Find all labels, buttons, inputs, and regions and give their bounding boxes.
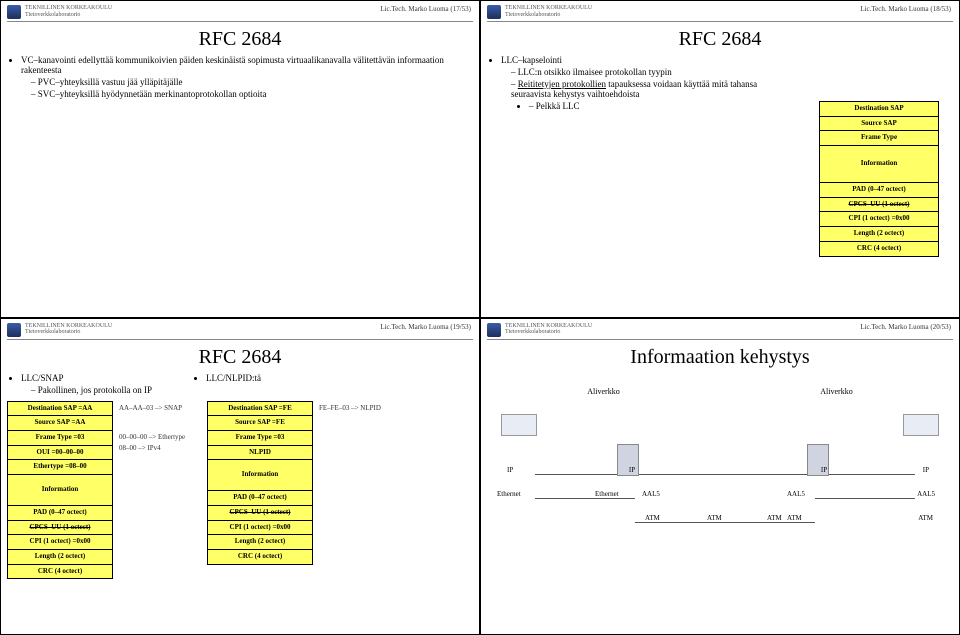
sub-pakollinen: Pakollinen, jos protokolla on IP	[31, 385, 152, 395]
underline-text: Reititetyjen protokollien	[518, 79, 606, 89]
label-aal5-3: AAL5	[917, 490, 935, 498]
cell-a6: PAD (0–47 octect)	[7, 506, 113, 521]
university-text: TEKNILLINEN KORKEAKOULU Tietoverkkolabor…	[505, 5, 592, 18]
label-ip: IP	[507, 466, 513, 474]
subbullet-1: PVC–yhteyksillä vastuu jää ylläpitäjälle	[31, 77, 473, 87]
cell-a10: CRC (4 octect)	[7, 565, 113, 580]
uni-line1: TEKNILLINEN KORKEAKOULU	[505, 323, 592, 330]
slide-title: RFC 2684	[487, 28, 953, 51]
cell-dest-sap: Destination SAP	[819, 101, 939, 117]
cell-b7: CPI (1 octect) =0x00	[207, 521, 313, 536]
cell-pad: PAD (0–47 octect)	[819, 183, 939, 198]
uni-line2: Tietoverkkolaboratorio	[505, 12, 592, 19]
subbullet-2: Reititetyjen protokollien tapauksessa vo…	[511, 79, 771, 111]
uni-line1: TEKNILLINEN KORKEAKOULU	[25, 5, 112, 12]
slide-17: TEKNILLINEN KORKEAKOULU Tietoverkkolabor…	[0, 0, 480, 318]
cell-b3: NLPID	[207, 446, 313, 461]
bullet-llcsnap: LLC/SNAP	[21, 373, 152, 383]
subbullet-2: SVC–yhteyksillä hyödynnetään merkinantop…	[31, 89, 473, 99]
cell-b1: Source SAP =FE	[207, 416, 313, 431]
arrow-snap: AA–AA–03 –> SNAP	[119, 403, 201, 414]
university-logo	[7, 5, 21, 19]
arrow-ethertype: 00–00–00 –> Ethertype	[119, 432, 201, 443]
label-ethernet-2: Ethernet	[595, 490, 619, 498]
cell-b0: Destination SAP =FE	[207, 401, 313, 417]
cell-a1: Source SAP =AA	[7, 416, 113, 431]
university-text: TEKNILLINEN KORKEAKOULU Tietoverkkolabor…	[25, 5, 112, 18]
label-atm-5: ATM	[918, 514, 933, 522]
slide-title: Informaation kehystys	[487, 346, 953, 369]
cell-a9: Length (2 octect)	[7, 550, 113, 565]
bullet-1: VC–kanavointi edellyttää kommunikoivien …	[21, 55, 473, 75]
subsub-1: Pelkkä LLC	[529, 101, 771, 111]
cell-a4: Ethertype =08–00	[7, 460, 113, 475]
university-logo	[7, 323, 21, 337]
device-server	[903, 414, 939, 438]
cell-a3: OUI =00–00–00	[7, 446, 113, 461]
slide-title: RFC 2684	[7, 346, 473, 369]
label-atm-1: ATM	[645, 514, 660, 522]
arrow-labels-left: AA–AA–03 –> SNAP 00–00–00 –> Ethertype 0…	[119, 403, 201, 580]
cell-a0: Destination SAP =AA	[7, 401, 113, 417]
slide-footer: Lic.Tech. Marko Luoma (17/53)	[380, 5, 471, 13]
label-atm-4: ATM	[787, 514, 802, 522]
cell-frame-type: Frame Type	[819, 131, 939, 146]
cell-a7: CPCS–UU (1 octect)	[7, 521, 113, 536]
slide-footer: Lic.Tech. Marko Luoma (18/53)	[860, 5, 951, 13]
subnet-2: Aliverkko	[820, 387, 852, 396]
slide-20: TEKNILLINEN KORKEAKOULU Tietoverkkolabor…	[480, 318, 960, 635]
slide-title: RFC 2684	[7, 28, 473, 51]
university-text: TEKNILLINEN KORKEAKOULU Tietoverkkolabor…	[505, 323, 592, 336]
cell-b4: Information	[207, 460, 313, 491]
subnet-1: Aliverkko	[587, 387, 619, 396]
arrow-labels-right: FE–FE–03 –> NLPID	[319, 403, 381, 580]
slide-footer: Lic.Tech. Marko Luoma (20/53)	[860, 323, 951, 331]
device-pc	[501, 414, 537, 438]
cell-a2: Frame Type =03	[7, 431, 113, 446]
label-ip-2: IP	[617, 466, 647, 474]
slide-footer: Lic.Tech. Marko Luoma (19/53)	[380, 323, 471, 331]
frame-stack-nlpid: Destination SAP =FE Source SAP =FE Frame…	[207, 401, 313, 580]
cell-crc: CRC (4 octect)	[819, 242, 939, 257]
uni-line1: TEKNILLINEN KORKEAKOULU	[25, 323, 112, 330]
frame-stack-snap: Destination SAP =AA Source SAP =AA Frame…	[7, 401, 113, 580]
label-atm-2: ATM	[707, 514, 722, 522]
university-logo	[487, 323, 501, 337]
bullet-llcnlpid: LLC/NLPID:tä	[206, 373, 261, 383]
cell-b9: CRC (4 octect)	[207, 550, 313, 565]
arrow-ipv4: 08–00 –> IPv4	[119, 443, 201, 454]
cell-b6: CPCS–UU (1 octect)	[207, 506, 313, 521]
subbullet-1: LLC:n otsikko ilmaisee protokollan tyypi…	[511, 67, 771, 77]
cell-a5: Information	[7, 475, 113, 506]
arrow-nlpid: FE–FE–03 –> NLPID	[319, 403, 381, 414]
cell-a8: CPI (1 octect) =0x00	[7, 535, 113, 550]
label-ip-4: IP	[923, 466, 929, 474]
cell-length: Length (2 octect)	[819, 227, 939, 242]
cell-b8: Length (2 octect)	[207, 535, 313, 550]
label-aal5-1: AAL5	[642, 490, 660, 498]
university-text: TEKNILLINEN KORKEAKOULU Tietoverkkolabor…	[25, 323, 112, 336]
cell-cpi: CPI (1 octect) =0x00	[819, 212, 939, 227]
uni-line2: Tietoverkkolaboratorio	[25, 12, 112, 19]
frame-stack-llc: Destination SAP Source SAP Frame Type In…	[819, 101, 939, 257]
cell-src-sap: Source SAP	[819, 117, 939, 132]
network-diagram: IP Ethernet IP Ethernet AAL5 ATM ATM ATM…	[487, 404, 953, 554]
label-aal5-2: AAL5	[787, 490, 805, 498]
cell-information: Information	[819, 146, 939, 183]
university-logo	[487, 5, 501, 19]
uni-line2: Tietoverkkolaboratorio	[505, 329, 592, 336]
label-atm-3: ATM	[767, 514, 782, 522]
label-ip-3: IP	[809, 466, 839, 474]
cell-cpcs: CPCS–UU (1 octect)	[819, 198, 939, 213]
cell-b2: Frame Type =03	[207, 431, 313, 446]
label-ethernet: Ethernet	[497, 490, 521, 498]
slide-19: TEKNILLINEN KORKEAKOULU Tietoverkkolabor…	[0, 318, 480, 635]
slide-18: TEKNILLINEN KORKEAKOULU Tietoverkkolabor…	[480, 0, 960, 318]
subnet-labels: Aliverkko Aliverkko	[487, 387, 953, 396]
uni-line2: Tietoverkkolaboratorio	[25, 329, 112, 336]
cell-b5: PAD (0–47 octect)	[207, 491, 313, 506]
uni-line1: TEKNILLINEN KORKEAKOULU	[505, 5, 592, 12]
bullet-1: LLC–kapselointi	[501, 55, 771, 65]
